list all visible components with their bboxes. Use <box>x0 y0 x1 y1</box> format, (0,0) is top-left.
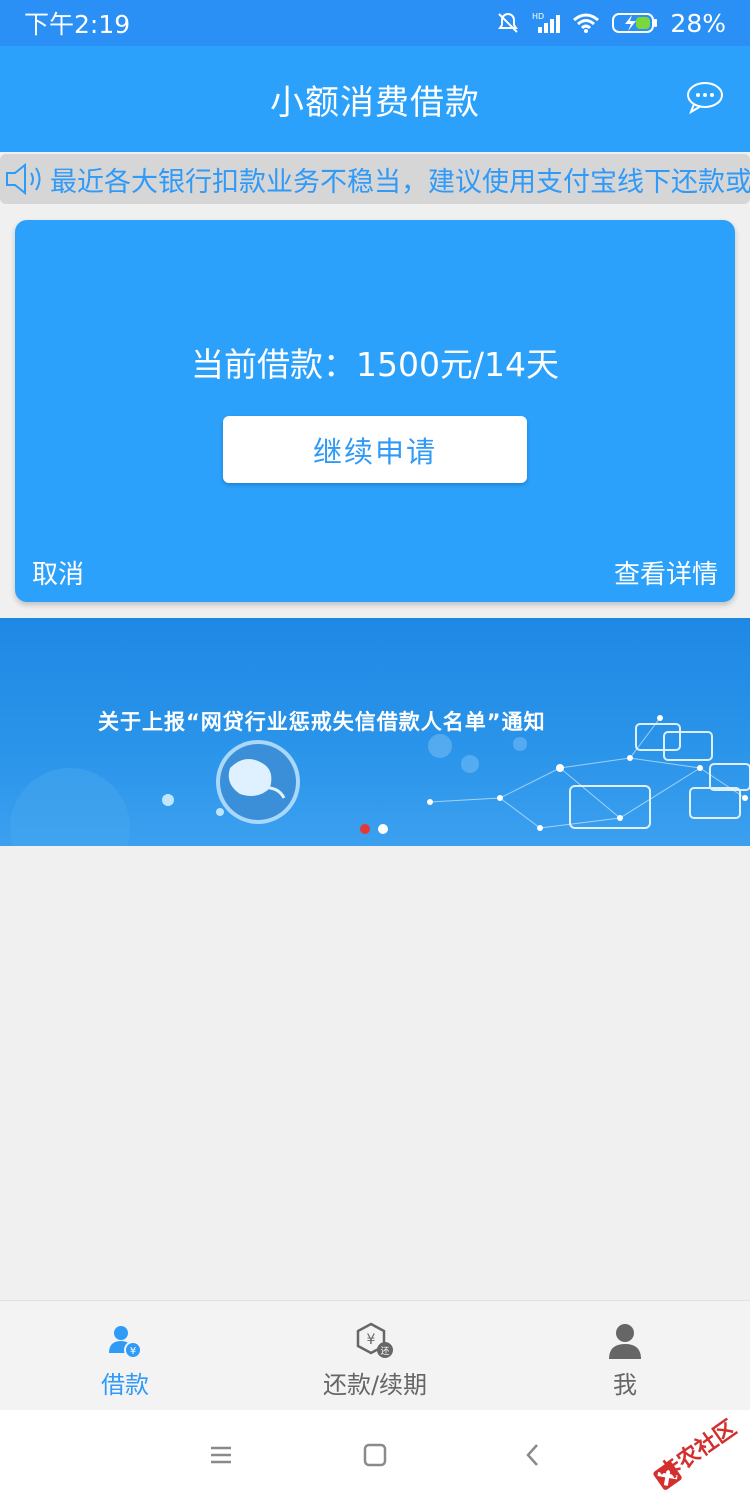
tab-me-label: 我 <box>613 1371 637 1399</box>
home-icon[interactable] <box>360 1440 390 1470</box>
back-icon[interactable] <box>518 1440 548 1470</box>
svg-text:¥: ¥ <box>130 1346 136 1357</box>
yuan-return-icon: ¥ 还 <box>355 1321 395 1361</box>
view-details-link[interactable]: 查看详情 <box>614 554 718 591</box>
wifi-icon <box>573 13 600 33</box>
status-icons: HD 28% <box>496 9 726 38</box>
continue-apply-button[interactable]: 继续申请 <box>223 416 527 483</box>
tab-me[interactable]: 我 <box>500 1301 750 1410</box>
speaker-icon <box>0 154 50 204</box>
signal-icon: HD <box>532 12 561 33</box>
battery-icon <box>612 13 658 33</box>
person-icon <box>605 1321 645 1361</box>
user-yuan-icon: ¥ <box>105 1321 145 1361</box>
notice-banner[interactable]: 关于上报“网贷行业惩戒失信借款人名单”通知 <box>0 618 750 846</box>
svg-text:HD: HD <box>532 12 544 21</box>
notice-bar[interactable]: 最近各大银行扣款业务不稳当，建议使用支付宝线下还款或 <box>0 154 750 204</box>
banner-dot-active[interactable] <box>360 824 370 834</box>
svg-text:还: 还 <box>380 1345 389 1357</box>
status-bar: 下午2:19 HD 28% <box>0 0 750 46</box>
app-header: 小额消费借款 <box>0 46 750 152</box>
chat-bubble-icon[interactable] <box>686 80 724 114</box>
watermark-logo: 卡农社区 <box>636 1403 750 1500</box>
page-title: 小额消费借款 <box>270 82 480 123</box>
loan-card <box>15 220 735 602</box>
mute-bell-icon <box>498 12 519 33</box>
tab-loan[interactable]: ¥ 借款 <box>0 1301 250 1410</box>
current-loan-text: 当前借款：1500元/14天 <box>190 345 560 384</box>
menu-icon[interactable] <box>206 1440 236 1470</box>
tab-repay[interactable]: ¥ 还 还款/续期 <box>250 1301 500 1410</box>
svg-text:¥: ¥ <box>367 1332 376 1348</box>
tab-loan-label: 借款 <box>101 1371 149 1399</box>
notice-text: 最近各大银行扣款业务不稳当，建议使用支付宝线下还款或 <box>50 166 750 198</box>
status-time: 下午2:19 <box>24 10 131 39</box>
cancel-link[interactable]: 取消 <box>32 554 84 591</box>
bottom-tab-bar: ¥ 借款 ¥ 还 还款/续期 我 <box>0 1300 750 1410</box>
banner-dot-inactive[interactable] <box>378 824 388 834</box>
system-nav-bar: 卡农社区 <box>0 1410 750 1500</box>
banner-pagination[interactable] <box>360 824 388 834</box>
battery-percent: 28% <box>670 8 726 38</box>
watermark-text: 卡农社区 <box>654 1415 742 1487</box>
banner-title: 关于上报“网贷行业惩戒失信借款人名单”通知 <box>98 710 546 734</box>
tab-repay-label: 还款/续期 <box>322 1371 428 1399</box>
